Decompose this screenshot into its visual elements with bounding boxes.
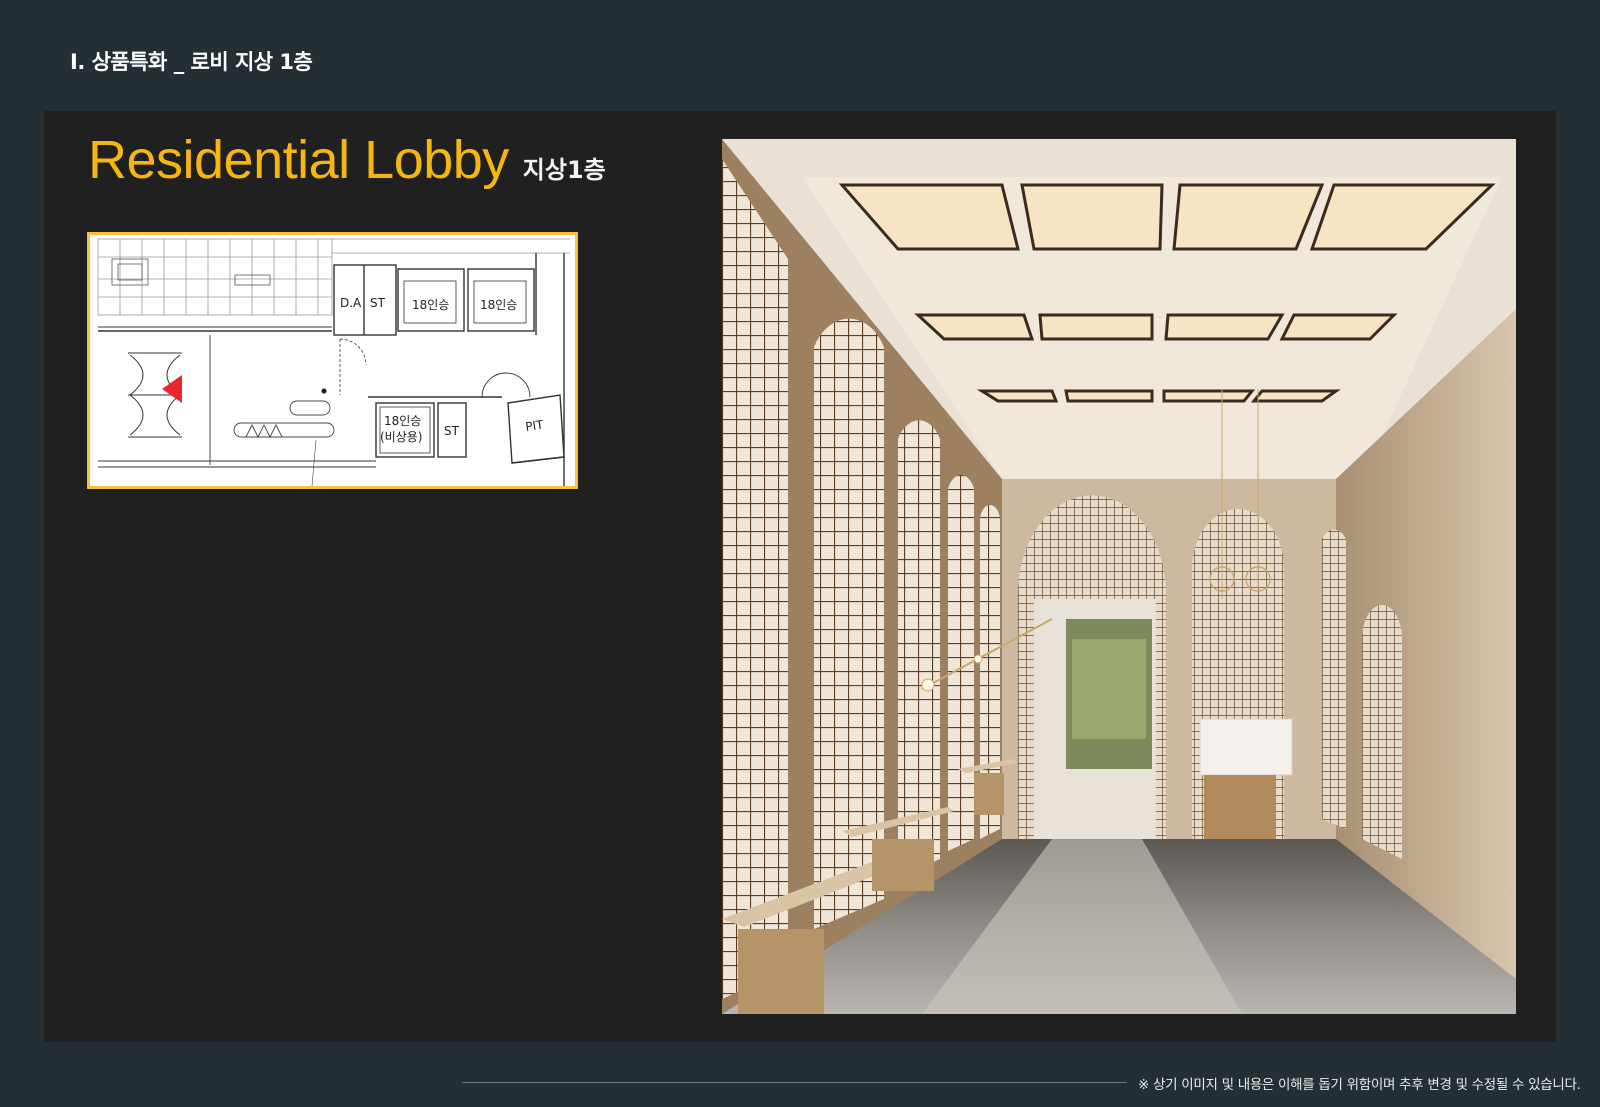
floorplan-label-elevator-1: 18인승: [412, 298, 449, 312]
floorplan-label-elevator-3: 18인승: [384, 414, 421, 428]
floorplan-label-da: D.A: [340, 296, 362, 310]
content-panel: Residential Lobby 지상1층 D.A ST 18인승 18인승 …: [44, 111, 1556, 1042]
floorplan-label-pit: PIT: [524, 417, 545, 433]
floor-plan: D.A ST 18인승 18인승 18인승 (비상용) ST PIT: [87, 232, 578, 489]
floorplan-label-st-bottom: ST: [444, 424, 460, 438]
footer-disclaimer: ※ 상기 이미지 및 내용은 이해를 돕기 위함이며 추후 변경 및 수정될 수…: [1138, 1077, 1581, 1093]
section-title: Ⅰ. 상품특화 _ 로비 지상 1층: [70, 50, 313, 74]
floorplan-label-elevator-2: 18인승: [480, 298, 517, 312]
heading-subtitle: 지상1층: [522, 156, 606, 184]
heading-title: Residential Lobby: [88, 130, 509, 190]
floorplan-label-st-top: ST: [370, 296, 386, 310]
floorplan-label-emergency: (비상용): [380, 430, 422, 444]
footer-divider: [462, 1082, 1127, 1083]
lobby-render-image: [722, 139, 1516, 1014]
page-heading: Residential Lobby 지상1층: [88, 129, 606, 191]
